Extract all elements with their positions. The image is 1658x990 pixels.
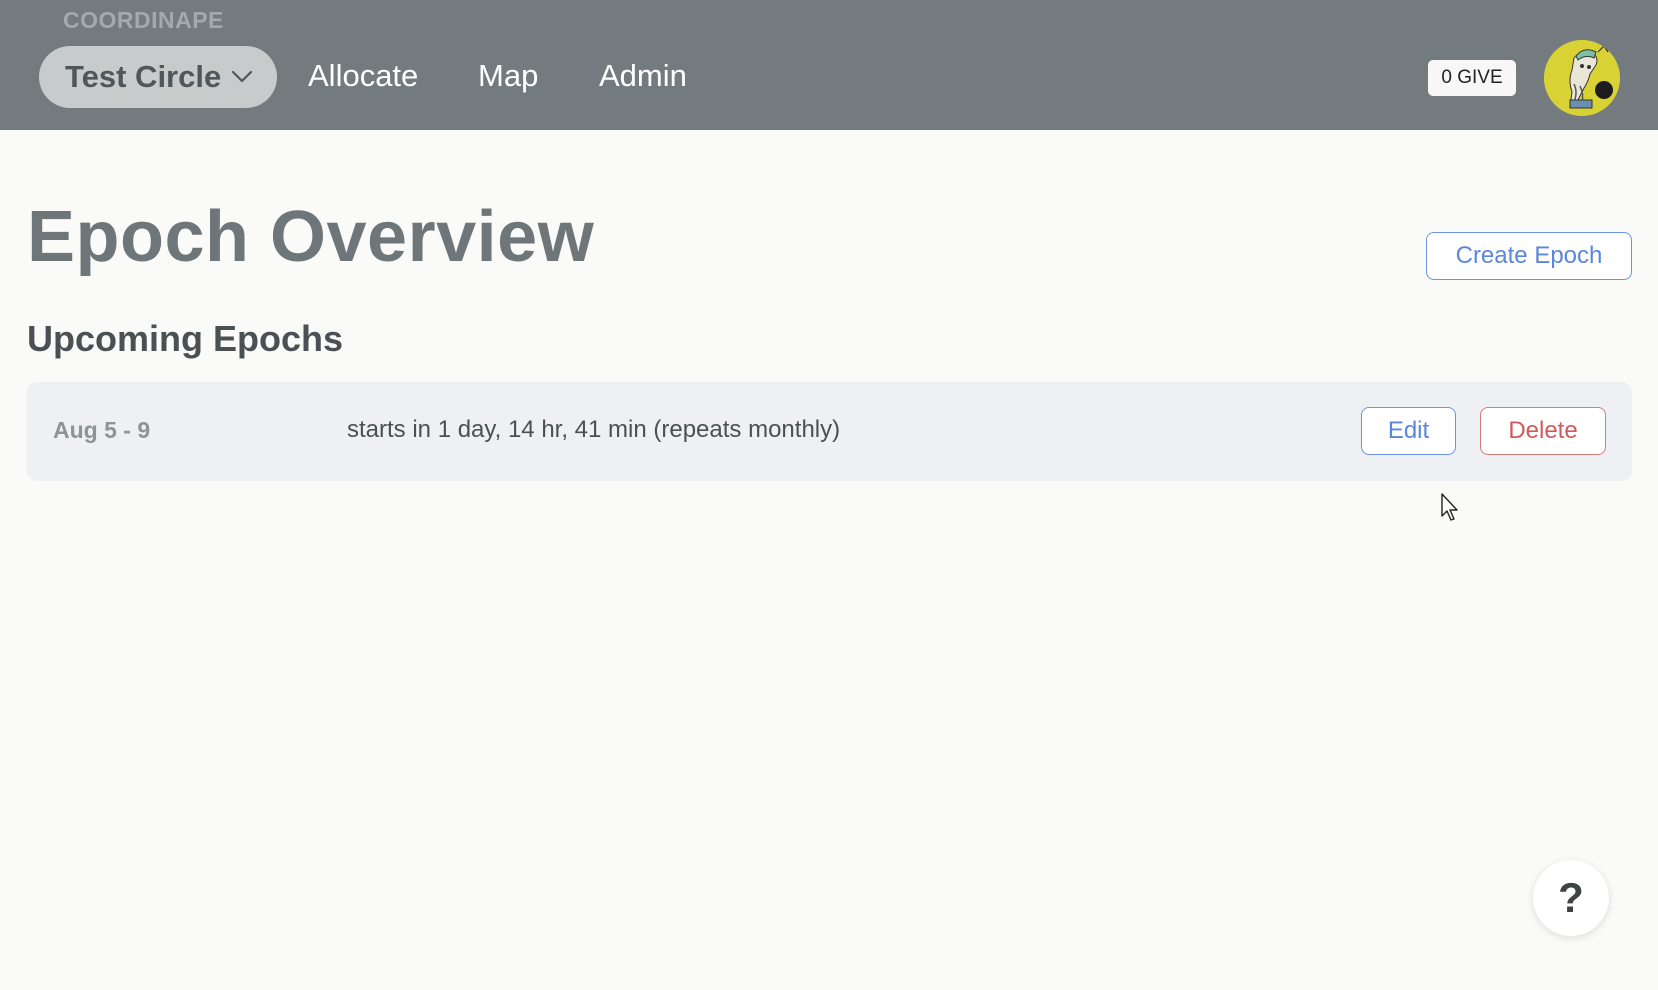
edit-epoch-button[interactable]: Edit — [1361, 407, 1456, 455]
chevron-down-icon — [232, 70, 253, 83]
create-epoch-button[interactable]: Create Epoch — [1426, 232, 1632, 280]
nav-map[interactable]: Map — [478, 58, 538, 94]
help-button[interactable]: ? — [1533, 860, 1609, 936]
avatar[interactable] — [1544, 40, 1620, 116]
brand-logo[interactable]: COORDINAPE — [63, 7, 224, 34]
circle-name: Test Circle — [65, 59, 222, 94]
page-title: Epoch Overview — [27, 197, 595, 277]
epoch-row: Aug 5 - 9 starts in 1 day, 14 hr, 41 min… — [27, 382, 1632, 481]
give-balance-badge: 0 GIVE — [1428, 60, 1516, 96]
avatar-image — [1544, 40, 1620, 116]
epoch-schedule-text: starts in 1 day, 14 hr, 41 min (repeats … — [347, 416, 841, 443]
top-nav-bar: COORDINAPE Test Circle Allocate Map Admi… — [0, 0, 1658, 130]
delete-epoch-button[interactable]: Delete — [1480, 407, 1606, 455]
circle-selector[interactable]: Test Circle — [39, 46, 277, 108]
upcoming-epochs-heading: Upcoming Epochs — [27, 318, 344, 359]
nav-allocate[interactable]: Allocate — [308, 58, 418, 94]
mouse-pointer-icon — [1441, 493, 1458, 521]
epoch-dates: Aug 5 - 9 — [53, 417, 151, 443]
nav-admin[interactable]: Admin — [599, 58, 687, 94]
